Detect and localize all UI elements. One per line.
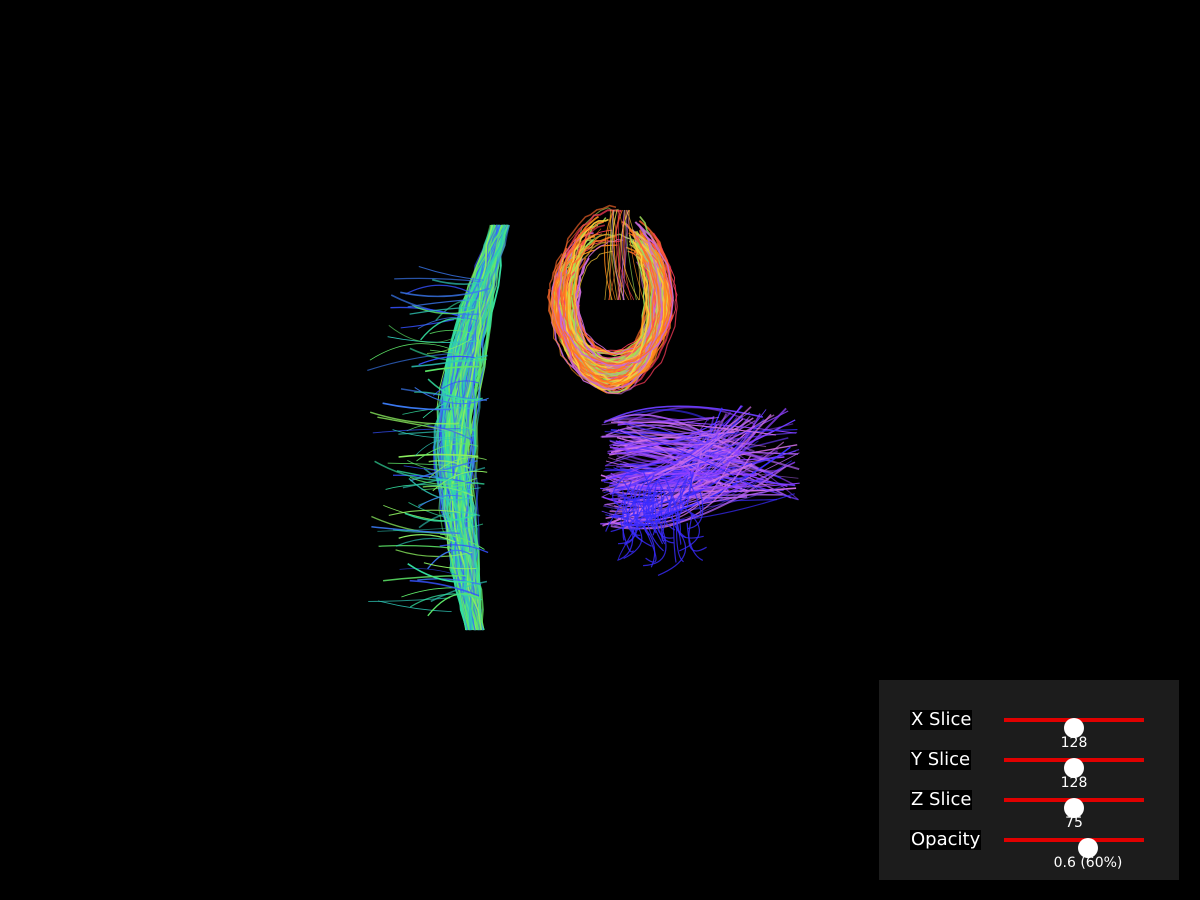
x-slice-slider: X Slice 128 [879, 709, 1179, 751]
x-slice-track[interactable]: 128 [1004, 718, 1144, 751]
opacity-value: 0.6 (60%) [1053, 855, 1123, 871]
x-slice-value: 128 [1060, 735, 1088, 751]
z-slice-label: Z Slice [910, 789, 973, 810]
opacity-track[interactable]: 0.6 (60%) [1004, 838, 1144, 871]
z-slice-track[interactable]: 75 [1004, 798, 1144, 831]
x-slice-label: X Slice [910, 709, 973, 730]
opacity-slider: Opacity 0.6 (60%) [879, 829, 1179, 871]
y-slice-label: Y Slice [910, 749, 972, 770]
z-slice-slider: Z Slice 75 [879, 789, 1179, 831]
opacity-label: Opacity [910, 829, 982, 850]
y-slice-value: 128 [1060, 775, 1088, 791]
left-fiber-bundle [367, 224, 510, 631]
y-slice-slider: Y Slice 128 [879, 749, 1179, 791]
fiber-strand [405, 284, 470, 295]
right-fiber-bundle [600, 405, 800, 576]
z-slice-value: 75 [1065, 815, 1083, 831]
slider-panel: X Slice 128 Y Slice 128 Z Slice 75 Opaci… [879, 680, 1179, 880]
fiber-strand [388, 325, 453, 344]
top-fiber-bundle [546, 204, 678, 395]
y-slice-track[interactable]: 128 [1004, 758, 1144, 791]
